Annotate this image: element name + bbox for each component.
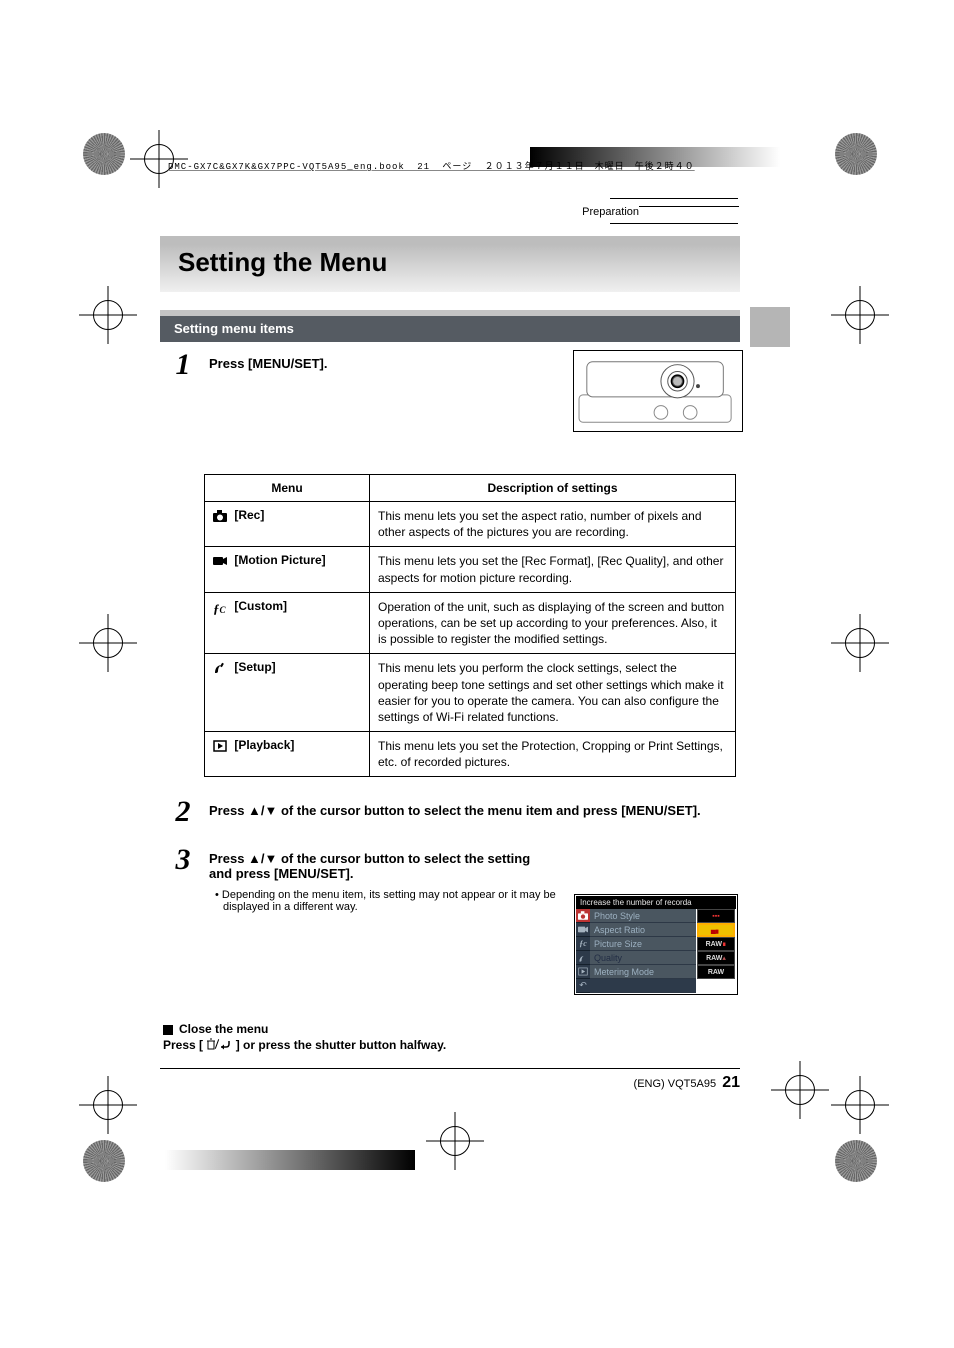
close-heading: Close the menu bbox=[179, 1022, 268, 1036]
step-number: 3 bbox=[163, 845, 203, 875]
print-mark bbox=[83, 1140, 125, 1182]
menu-name: [Motion Picture] bbox=[234, 553, 325, 567]
custom-icon: ƒC bbox=[213, 601, 227, 613]
trash-return-icon bbox=[206, 1038, 232, 1053]
lcd-spacer bbox=[590, 979, 696, 993]
lcd-label: Photo Style bbox=[590, 909, 696, 923]
lcd-value: ▪▪▪ bbox=[697, 909, 735, 923]
menu-name: [Rec] bbox=[234, 508, 264, 522]
menu-name: [Playback] bbox=[234, 738, 294, 752]
print-mark bbox=[93, 1090, 123, 1120]
lcd-menu-figure: Increase the number of recorda Photo Sty… bbox=[574, 894, 738, 995]
lcd-label: Quality bbox=[590, 951, 696, 965]
lcd-label: Picture Size bbox=[590, 937, 696, 951]
step-1: 1 Press [MENU/SET]. bbox=[163, 350, 743, 456]
menu-desc: This menu lets you set the aspect ratio,… bbox=[370, 502, 736, 547]
square-bullet-icon bbox=[163, 1025, 173, 1035]
print-mark bbox=[845, 300, 875, 330]
print-mark bbox=[93, 300, 123, 330]
camera-illustration bbox=[573, 350, 743, 432]
sub-banner: Setting menu items bbox=[160, 310, 740, 342]
table-header-desc: Description of settings bbox=[370, 475, 736, 502]
crumb-rule bbox=[610, 198, 738, 199]
print-mark bbox=[440, 1126, 470, 1156]
step-number: 2 bbox=[163, 797, 203, 827]
step-number: 1 bbox=[163, 350, 203, 380]
motion-picture-icon bbox=[213, 555, 227, 567]
motion-icon bbox=[576, 923, 590, 937]
print-mark bbox=[845, 1090, 875, 1120]
menu-name: [Custom] bbox=[234, 599, 287, 613]
close-the-menu: Close the menu Press [ ] or press the sh… bbox=[163, 1022, 743, 1053]
print-mark bbox=[785, 1075, 815, 1105]
table-row: ƒC [Custom] Operation of the unit, such … bbox=[205, 592, 736, 654]
table-row: [Rec] This menu lets you set the aspect … bbox=[205, 502, 736, 547]
section-breadcrumb: Preparation bbox=[582, 206, 739, 218]
print-mark bbox=[93, 628, 123, 658]
crumb-rule bbox=[610, 223, 738, 224]
lcd-value-selected: ▄▖ bbox=[697, 923, 735, 937]
lcd-value: RAW∎ bbox=[697, 937, 735, 951]
setup-icon bbox=[213, 662, 227, 674]
edge-tab bbox=[750, 307, 790, 347]
page-title: Setting the Menu bbox=[178, 247, 387, 278]
menu-desc: This menu lets you set the Protection, C… bbox=[370, 732, 736, 777]
source-file-line: DMC-GX7C&GX7K&GX7PPC-VQT5A95_eng.book 21… bbox=[168, 159, 695, 172]
step-heading: Press ▲/▼ of the cursor button to select… bbox=[209, 851, 743, 881]
lcd-value: RAW▴ bbox=[697, 951, 735, 965]
table-header-menu: Menu bbox=[205, 475, 370, 502]
custom-icon: ƒc bbox=[576, 937, 590, 951]
close-line2a: Press [ bbox=[163, 1038, 203, 1052]
footer-rule bbox=[160, 1068, 740, 1069]
print-mark bbox=[845, 628, 875, 658]
footer: (ENG) VQT5A95 21 bbox=[160, 1074, 740, 1092]
lcd-value: RAW bbox=[697, 965, 735, 979]
menu-desc: This menu lets you perform the clock set… bbox=[370, 654, 736, 732]
step-heading: Press ▲/▼ of the cursor button to select… bbox=[209, 803, 743, 818]
close-line2b: ] or press the shutter button halfway. bbox=[236, 1038, 446, 1052]
page-number: 21 bbox=[722, 1074, 740, 1091]
table-row: [Playback] This menu lets you set the Pr… bbox=[205, 732, 736, 777]
table-row: [Setup] This menu lets you perform the c… bbox=[205, 654, 736, 732]
sub-banner-label: Setting menu items bbox=[160, 316, 740, 342]
lcd-label: Aspect Ratio bbox=[590, 923, 696, 937]
menu-description-table: Menu Description of settings [Rec] This … bbox=[204, 474, 736, 777]
playback-icon bbox=[576, 965, 590, 979]
menu-desc: Operation of the unit, such as displayin… bbox=[370, 592, 736, 654]
print-mark bbox=[835, 1140, 877, 1182]
menu-name: [Setup] bbox=[234, 660, 275, 674]
steps-container: 1 Press [MENU/SET]. bbox=[163, 350, 743, 931]
playback-icon bbox=[213, 740, 227, 752]
table-row: [Motion Picture] This menu lets you set … bbox=[205, 547, 736, 592]
print-mark bbox=[835, 133, 877, 175]
rec-icon bbox=[576, 909, 590, 923]
print-gradient bbox=[165, 1150, 415, 1170]
setup-icon bbox=[576, 951, 590, 965]
lcd-label: Metering Mode bbox=[590, 965, 696, 979]
print-mark bbox=[83, 133, 125, 175]
camera-icon bbox=[213, 510, 227, 522]
back-icon: ↶ bbox=[576, 979, 590, 993]
menu-desc: This menu lets you set the [Rec Format],… bbox=[370, 547, 736, 592]
lcd-header: Increase the number of recorda bbox=[576, 896, 736, 909]
doc-code: (ENG) VQT5A95 bbox=[634, 1078, 717, 1090]
step-2: 2 Press ▲/▼ of the cursor button to sele… bbox=[163, 797, 743, 827]
